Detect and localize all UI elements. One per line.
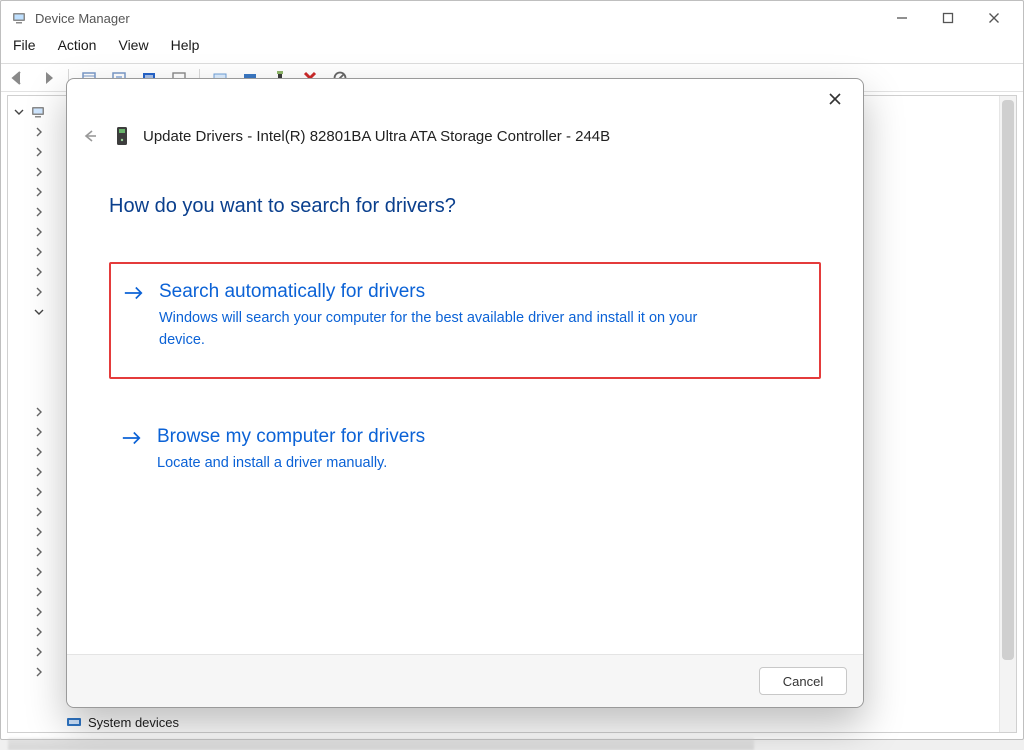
chevron-right-icon[interactable]: [32, 605, 46, 619]
option-title: Search automatically for drivers: [159, 280, 719, 304]
chevron-right-icon[interactable]: [32, 645, 46, 659]
arrow-right-icon: [121, 427, 143, 449]
option-search-automatically[interactable]: Search automatically for drivers Windows…: [109, 262, 821, 379]
arrow-right-icon: [123, 282, 145, 304]
chevron-right-icon[interactable]: [32, 145, 46, 159]
dialog-body: How do you want to search for drivers? S…: [67, 151, 863, 654]
computer-icon: [30, 104, 46, 120]
chevron-right-icon[interactable]: [32, 205, 46, 219]
option-title: Browse my computer for drivers: [157, 425, 425, 449]
dialog-title: Update Drivers - Intel(R) 82801BA Ultra …: [143, 128, 610, 145]
menu-bar: File Action View Help: [1, 35, 1023, 61]
chevron-right-icon[interactable]: [32, 585, 46, 599]
menu-view[interactable]: View: [116, 35, 150, 55]
window-title: Device Manager: [35, 11, 130, 26]
chevron-right-icon[interactable]: [32, 225, 46, 239]
tree-item-label: System devices: [88, 715, 179, 730]
chevron-right-icon[interactable]: [32, 465, 46, 479]
dialog-close-button[interactable]: [815, 83, 855, 115]
option-browse-computer[interactable]: Browse my computer for drivers Locate an…: [109, 409, 821, 495]
menu-action[interactable]: Action: [56, 35, 99, 55]
close-button[interactable]: [971, 3, 1017, 33]
option-desc: Locate and install a driver manually.: [157, 453, 425, 475]
chevron-right-icon[interactable]: [32, 545, 46, 559]
chevron-right-icon[interactable]: [32, 525, 46, 539]
dialog-back-button[interactable]: [79, 125, 101, 147]
chevron-right-icon[interactable]: [32, 505, 46, 519]
chevron-right-icon[interactable]: [32, 565, 46, 579]
window-titlebar: Device Manager: [1, 1, 1023, 35]
chevron-right-icon[interactable]: [32, 125, 46, 139]
device-category-icon: [66, 714, 82, 730]
chevron-right-icon[interactable]: [32, 265, 46, 279]
cancel-button[interactable]: Cancel: [759, 667, 847, 695]
dialog-titlebar: [67, 79, 863, 119]
menu-help[interactable]: Help: [169, 35, 202, 55]
chevron-right-icon[interactable]: [32, 485, 46, 499]
storage-controller-icon: [115, 126, 129, 146]
chevron-down-icon[interactable]: [32, 305, 46, 319]
chevron-right-icon[interactable]: [32, 285, 46, 299]
taskbar-shadow: [8, 738, 754, 750]
option-desc: Windows will search your computer for th…: [159, 308, 719, 352]
device-manager-app-icon: [11, 10, 27, 26]
chevron-right-icon[interactable]: [32, 405, 46, 419]
dialog-footer: Cancel: [67, 654, 863, 707]
dialog-heading: How do you want to search for drivers?: [109, 195, 821, 218]
nav-forward-icon[interactable]: [35, 66, 61, 90]
chevron-right-icon[interactable]: [32, 445, 46, 459]
chevron-down-icon[interactable]: [12, 105, 26, 119]
minimize-button[interactable]: [879, 3, 925, 33]
chevron-right-icon[interactable]: [32, 665, 46, 679]
menu-file[interactable]: File: [11, 35, 38, 55]
vertical-scrollbar[interactable]: [999, 96, 1016, 732]
chevron-right-icon[interactable]: [32, 625, 46, 639]
chevron-right-icon[interactable]: [32, 245, 46, 259]
scrollbar-thumb[interactable]: [1002, 100, 1014, 660]
chevron-right-icon[interactable]: [32, 165, 46, 179]
dialog-header: Update Drivers - Intel(R) 82801BA Ultra …: [67, 119, 863, 151]
tree-item-system-devices[interactable]: System devices: [66, 714, 179, 730]
nav-back-icon[interactable]: [5, 66, 31, 90]
chevron-right-icon[interactable]: [32, 185, 46, 199]
chevron-right-icon[interactable]: [32, 425, 46, 439]
update-driver-dialog: Update Drivers - Intel(R) 82801BA Ultra …: [66, 78, 864, 708]
maximize-button[interactable]: [925, 3, 971, 33]
